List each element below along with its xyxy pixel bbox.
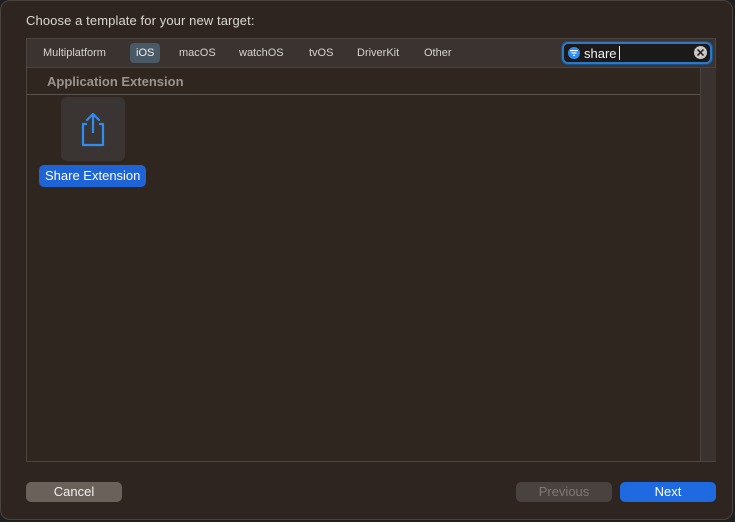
next-button[interactable]: Next	[620, 482, 716, 502]
tab-macos[interactable]: macOS	[173, 43, 222, 63]
template-label[interactable]: Share Extension	[39, 165, 147, 187]
tab-ios[interactable]: iOS	[130, 43, 161, 63]
section-header: Application Extension	[27, 68, 700, 95]
share-icon	[81, 112, 105, 147]
search-field[interactable]	[562, 42, 712, 64]
template-panel: Multiplatform iOS macOS watchOS tvOS Dri…	[26, 38, 716, 462]
platform-tab-bar: Multiplatform iOS macOS watchOS tvOS Dri…	[27, 39, 715, 68]
search-input[interactable]	[584, 45, 684, 61]
sheet-title: Choose a template for your new target:	[26, 13, 255, 28]
tab-watchos[interactable]: watchOS	[233, 43, 290, 63]
new-target-sheet: Choose a template for your new target: M…	[0, 0, 733, 520]
template-share-extension[interactable]: Share Extension	[39, 97, 149, 189]
vertical-scrollbar[interactable]	[700, 68, 716, 461]
filter-icon[interactable]	[568, 47, 580, 59]
tab-other[interactable]: Other	[418, 43, 458, 63]
tab-multiplatform[interactable]: Multiplatform	[37, 43, 112, 63]
section-label: Application Extension	[47, 74, 184, 89]
template-icon-tile[interactable]	[61, 97, 125, 161]
previous-button[interactable]: Previous	[516, 482, 612, 502]
tab-tvos[interactable]: tvOS	[303, 43, 339, 63]
clear-icon[interactable]	[694, 46, 707, 59]
cancel-button[interactable]: Cancel	[26, 482, 122, 502]
tab-driverkit[interactable]: DriverKit	[351, 43, 405, 63]
text-caret	[619, 46, 620, 60]
